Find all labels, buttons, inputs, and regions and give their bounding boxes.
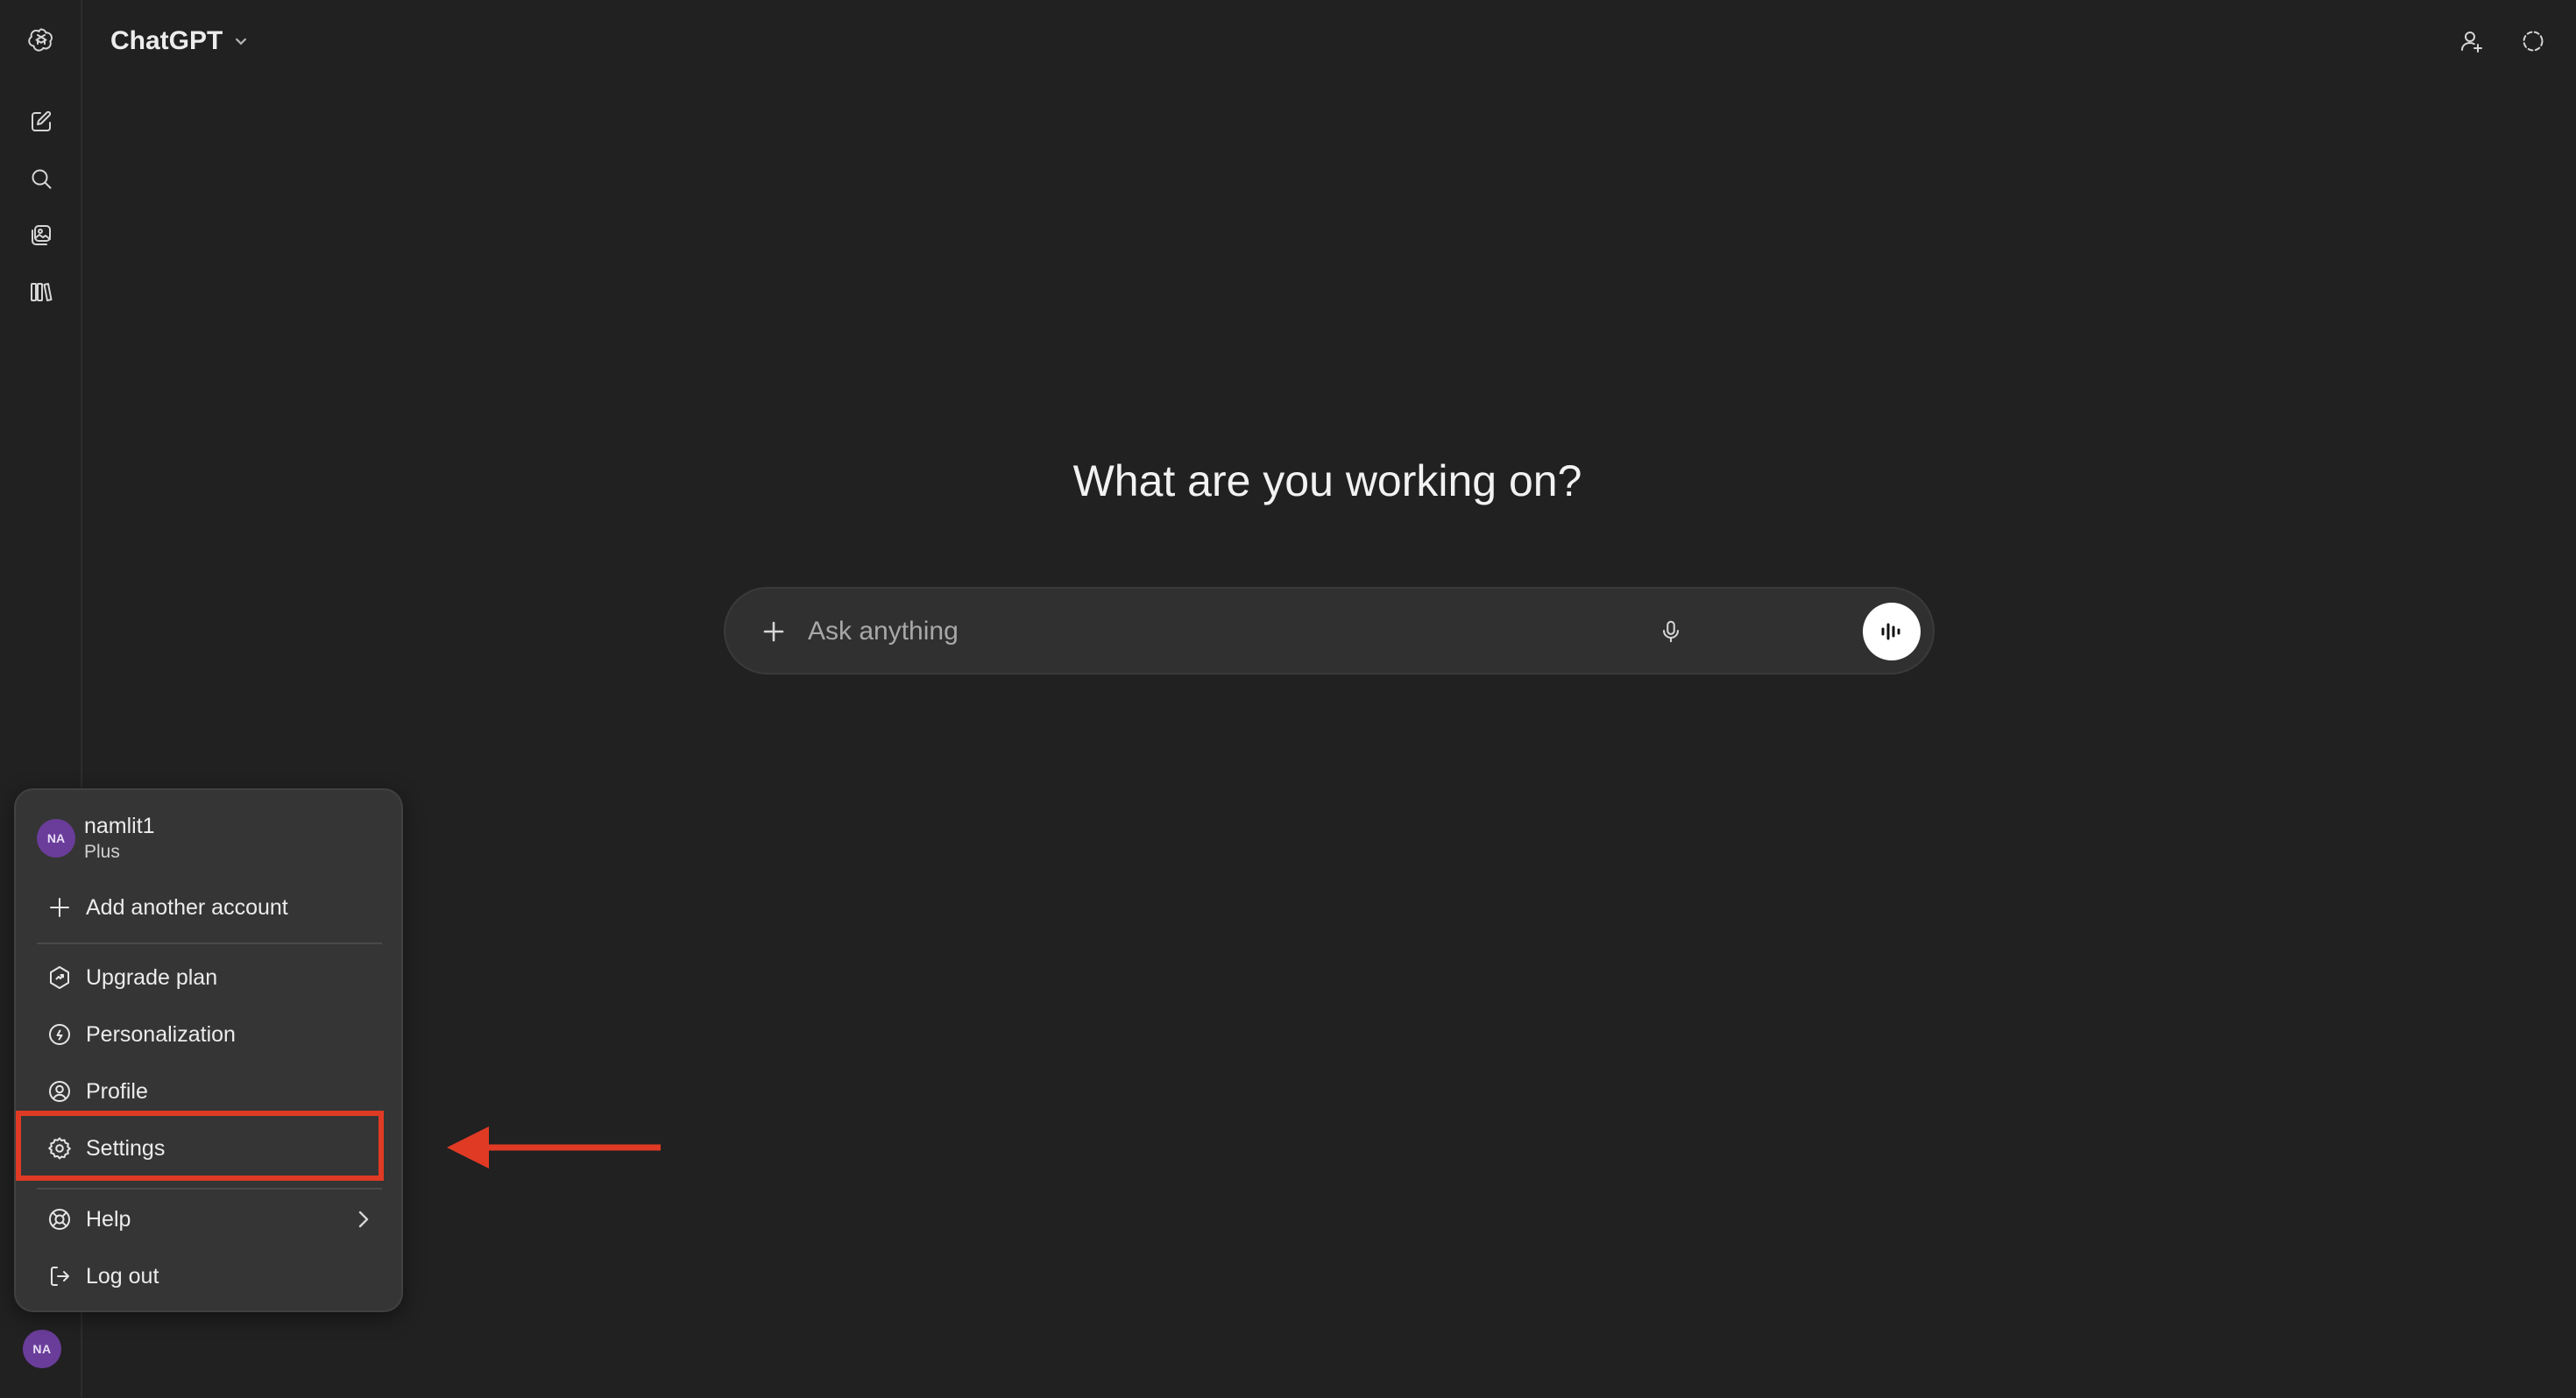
account-plan: Plus (84, 842, 120, 862)
voice-waveform-icon (1881, 623, 1900, 640)
menu-item-label: Upgrade plan (86, 964, 218, 990)
add-people-icon[interactable] (2450, 19, 2494, 63)
dictate-button[interactable] (1649, 610, 1693, 653)
menu-item-label: Profile (86, 1078, 148, 1104)
microphone-icon (1663, 620, 1679, 643)
model-switcher[interactable]: ChatGPT (103, 19, 258, 63)
menu-item-label: Help (86, 1206, 131, 1232)
chevron-down-icon (236, 38, 247, 46)
library-icon[interactable] (19, 270, 63, 314)
account-username: namlit1 (84, 814, 155, 838)
plus-icon (763, 621, 784, 642)
plus-icon (40, 894, 79, 921)
temporary-chat-icon[interactable] (2511, 19, 2555, 63)
menu-item-settings[interactable]: Settings (32, 1122, 389, 1175)
add-account-label: Add another account (86, 894, 288, 920)
model-name: ChatGPT (110, 26, 223, 55)
annotation-arrow-icon (447, 1126, 661, 1169)
prompt-input[interactable] (806, 610, 1638, 653)
page-title: What are you working on? (1072, 456, 1582, 505)
avatar[interactable]: NA (23, 1330, 61, 1368)
openai-logo-icon[interactable] (19, 18, 63, 61)
app-window: NA ChatGPT What are you working on? Ask … (0, 0, 2576, 1398)
new-chat-icon[interactable] (19, 100, 63, 144)
add-account-button[interactable]: Add another account (32, 881, 389, 934)
profile-icon (40, 1078, 79, 1105)
menu-item-profile[interactable]: Profile (32, 1065, 389, 1118)
personalization-icon (40, 1021, 79, 1048)
menu-item-help[interactable]: Help (32, 1193, 389, 1246)
gear-icon (40, 1135, 79, 1161)
account-current[interactable]: NA namlit1 Plus (32, 808, 389, 869)
chevron-right-icon (350, 1206, 377, 1232)
upgrade-icon (40, 964, 79, 991)
composer (724, 587, 1935, 674)
menu-divider (37, 943, 382, 944)
account-menu: NA namlit1 Plus Add another account Upgr… (14, 788, 403, 1312)
menu-item-logout[interactable]: Log out (32, 1250, 389, 1303)
menu-item-upgrade-plan[interactable]: Upgrade plan (32, 951, 389, 1004)
menu-divider (37, 1188, 382, 1190)
search-icon[interactable] (19, 157, 63, 201)
avatar: NA (37, 819, 75, 858)
menu-item-personalization[interactable]: Personalization (32, 1008, 389, 1061)
attach-plus-button[interactable] (752, 610, 796, 653)
logout-icon (40, 1263, 79, 1289)
menu-item-label: Log out (86, 1263, 159, 1289)
help-icon (40, 1206, 79, 1232)
menu-item-label: Personalization (86, 1021, 236, 1047)
images-icon[interactable] (19, 214, 63, 258)
menu-item-label: Settings (86, 1135, 166, 1161)
voice-mode-button[interactable] (1863, 603, 1921, 660)
